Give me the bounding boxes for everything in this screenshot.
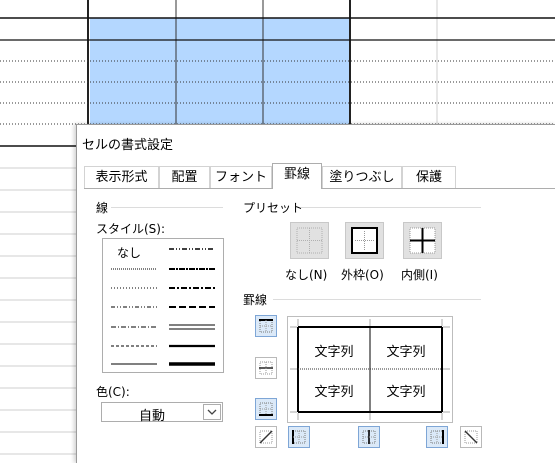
border-bottom-icon[interactable] xyxy=(255,398,277,420)
tab-alignment[interactable]: 配置 xyxy=(159,166,210,188)
preset-inside-icon xyxy=(409,227,436,254)
preview-text: 文字列 xyxy=(386,345,426,360)
preset-none-label: なし(N) xyxy=(285,268,328,282)
border-left-icon[interactable] xyxy=(288,426,310,448)
tab-fill[interactable]: 塗りつぶし xyxy=(322,166,402,188)
preview-text: 文字列 xyxy=(386,385,426,400)
line-style-options[interactable] xyxy=(103,239,223,372)
border-preview-lines xyxy=(290,319,450,420)
preset-group-rule xyxy=(301,207,481,208)
style-label: スタイル(S): xyxy=(96,222,166,236)
preset-none-button[interactable] xyxy=(290,222,329,259)
border-middle-vertical-icon[interactable] xyxy=(358,426,380,448)
border-group-rule xyxy=(273,299,481,300)
border-top-icon[interactable] xyxy=(255,315,277,337)
dropdown-arrow-icon[interactable] xyxy=(203,404,221,420)
preset-outline-label: 外枠(O) xyxy=(341,268,384,282)
preset-none-icon xyxy=(296,227,323,254)
border-diagonal-up-icon[interactable] xyxy=(255,426,277,448)
format-cells-dialog: セルの書式設定 表示形式 配置 フォント 罫線 塗りつぶし 保護 線 スタイル(… xyxy=(76,124,555,463)
preset-group-title: プリセット xyxy=(243,201,304,215)
color-label: 色(C): xyxy=(96,385,130,399)
border-preview[interactable]: 文字列 文字列 文字列 文字列 xyxy=(287,316,453,423)
preset-outline-icon xyxy=(351,227,378,254)
tab-border[interactable]: 罫線 xyxy=(272,163,322,189)
line-style-list[interactable]: なし xyxy=(102,238,224,373)
tab-protection[interactable]: 保護 xyxy=(402,166,456,188)
preview-text: 文字列 xyxy=(314,345,354,360)
preset-outline-button[interactable] xyxy=(345,222,384,259)
color-value: 自動 xyxy=(138,409,165,424)
dialog-title: セルの書式設定 xyxy=(82,138,174,153)
preset-inside-button[interactable] xyxy=(403,222,442,259)
border-diagonal-down-icon[interactable] xyxy=(460,426,482,448)
border-middle-horizontal-icon[interactable] xyxy=(255,357,277,379)
border-right-icon[interactable] xyxy=(426,426,448,448)
line-group-rule xyxy=(111,207,223,208)
preset-inside-label: 内側(I) xyxy=(401,268,438,282)
border-group-title: 罫線 xyxy=(243,293,268,307)
tab-number[interactable]: 表示形式 xyxy=(84,166,159,188)
color-dropdown[interactable]: 自動 xyxy=(101,402,223,424)
line-group-title: 線 xyxy=(96,201,109,215)
tab-font[interactable]: フォント xyxy=(210,166,272,188)
preview-text: 文字列 xyxy=(314,385,354,400)
